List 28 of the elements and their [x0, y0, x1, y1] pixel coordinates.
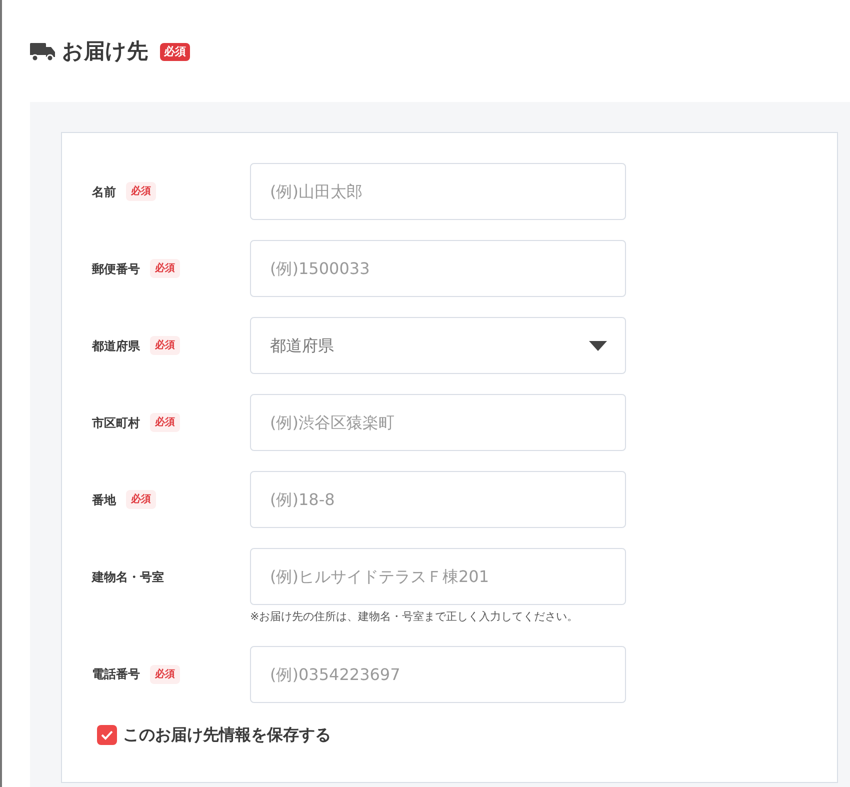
field-label: 電話番号: [92, 666, 140, 683]
caret-down-icon: [589, 340, 607, 350]
required-badge: 必須: [150, 664, 180, 684]
section-title: お届け先: [62, 38, 148, 66]
field-note: ※お届け先の住所は、建物名・号室まで正しく入力してください。: [250, 609, 580, 625]
save-checkbox[interactable]: [97, 724, 117, 744]
prefecture-select[interactable]: 都道府県: [250, 317, 626, 374]
save-checkbox-label: このお届け先情報を保存する: [123, 724, 331, 746]
truck-icon: [30, 41, 56, 63]
input-field[interactable]: (例)1500033: [250, 240, 626, 297]
field-label: 市区町村: [92, 414, 140, 432]
required-badge: 必須: [150, 336, 180, 355]
input-field[interactable]: (例)渋谷区猿楽町: [250, 394, 626, 451]
required-badge: 必須: [150, 259, 180, 278]
field-label: 郵便番号: [92, 260, 140, 278]
required-badge: 必須: [150, 413, 180, 432]
checkmark-icon: [101, 730, 113, 740]
required-badge: 必須: [160, 43, 190, 61]
input-field[interactable]: (例)0354223697: [250, 646, 626, 702]
field-label: 都道府県: [92, 338, 140, 354]
field-label: 建物名・号室: [92, 568, 164, 586]
field-label: 名前: [92, 184, 116, 200]
input-field[interactable]: (例)山田太郎: [250, 163, 626, 220]
field-label: 番地: [92, 492, 116, 508]
required-badge: 必須: [126, 490, 156, 509]
input-field[interactable]: (例)ヒルサイドテラスＦ棟201: [250, 548, 626, 605]
input-field[interactable]: (例)18-8: [250, 471, 626, 528]
required-badge: 必須: [126, 182, 156, 201]
